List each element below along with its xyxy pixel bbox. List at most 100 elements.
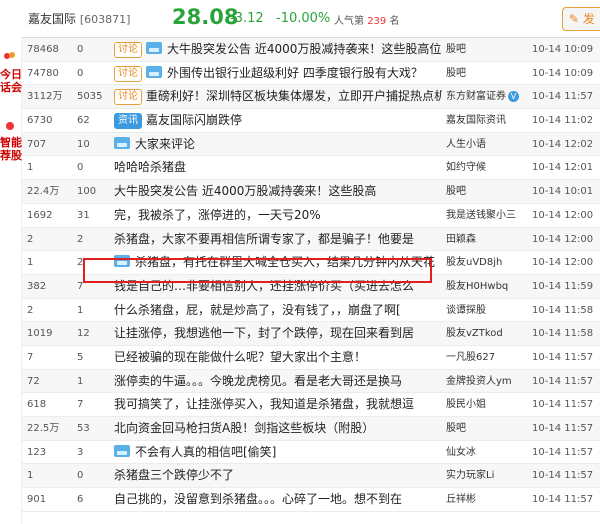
post-row[interactable]: 72 1 涨停卖的牛逼。。。今晚龙虎榜见。看是老大哥还是换马 金牌投资人ym 10-14… [22, 369, 600, 394]
post-title-cell[interactable]: 涨停卖的牛逼。。。今晚龙虎榜见。看是老大哥还是换马 [114, 370, 442, 393]
post-author[interactable]: 金牌投资人ym [446, 376, 512, 387]
post-author-cell[interactable]: 股吧 [446, 417, 528, 440]
post-row[interactable]: 78468 0 讨论 大牛股突发公告 近4000万股减持袭来！这些股高位减 股吧 10-1… [22, 38, 600, 62]
post-author[interactable]: 东方财富证券 [446, 91, 506, 102]
post-author-cell[interactable]: 股吧 [446, 62, 528, 85]
post-author-cell[interactable]: 东方财富证券 V [446, 85, 528, 108]
post-row[interactable]: 7 5 已经被骗的现在能做什么呢？望大家出个主意！ 一凡股627 10-14 11:57 [22, 346, 600, 370]
post-row[interactable]: 123 3 不会有人真的相信吧[偷笑] 仙女冰 10-14 11:57 [22, 441, 600, 465]
post-author[interactable]: 谈谭探股 [446, 305, 486, 316]
post-title-link[interactable]: 杀猪盘，大家不要再相信所谓专家了，都是骗子！他要是 [114, 232, 414, 246]
post-author[interactable]: 股吧 [446, 423, 466, 434]
post-row[interactable]: 1692 31 完，我被杀了，涨停进的，一天亏20% 我是送钱聚小三 10-14 12:… [22, 204, 600, 228]
sidebar-today-talk[interactable]: 今日 话会 [0, 68, 22, 94]
post-title-cell[interactable]: 让挂涨停，我想逃他一下，封了个跌停，现在回来看到居 [114, 322, 442, 345]
post-author-cell[interactable]: 股吧 [446, 38, 528, 61]
post-author-cell[interactable]: 股友H0Hwbq [446, 275, 528, 298]
post-row[interactable]: 382 7 钱是自己的…非要相信别人，还挂涨停价买（买进去怎么 股友H0Hwbq 10-… [22, 274, 600, 299]
post-title-cell[interactable]: 杀猪盘三个跌停少不了 [114, 464, 442, 487]
post-title-cell[interactable]: 不会有人真的相信吧[偷笑] [114, 441, 442, 464]
post-title-link[interactable]: 大牛股突发公告 近4000万股减持袭来！这些股高位减 [167, 42, 442, 56]
post-title-cell[interactable]: 杀猪盘，大家不要再相信所谓专家了，都是骗子！他要是 [114, 228, 442, 251]
post-author[interactable]: 实力玩家Li [446, 470, 494, 481]
post-title-cell[interactable]: 我可搞笑了，让挂涨停买入，我知道是杀猪盘，我就想逗 [114, 393, 442, 416]
post-title-link[interactable]: 北向资金回马枪扫货A股！剑指这些板块（附股） [114, 421, 374, 435]
post-title-cell[interactable]: 大家来评论 [114, 133, 442, 156]
post-author[interactable]: 我是送钱聚小三 [446, 210, 516, 221]
post-row[interactable]: 22.5万 53 北向资金回马枪扫货A股！剑指这些板块（附股） 股吧 10-14 11:… [22, 417, 600, 441]
post-title-link[interactable]: 嘉友国际闪崩跌停 [146, 113, 242, 127]
post-title-cell[interactable]: 大牛股突发公告 近4000万股减持袭来！这些股高 [114, 180, 442, 203]
post-author[interactable]: 如约守候 [446, 162, 486, 173]
post-title-link[interactable]: 杀猪盘，有托在群里大喊全仓买入，结果几分钟内从天花 [135, 255, 435, 269]
post-title-link[interactable]: 外围传出银行业超级利好 四季度银行股有大戏？ [167, 66, 423, 80]
post-author-cell[interactable]: 股民小姐 [446, 393, 528, 416]
post-row[interactable]: 1 2 杀猪盘，有托在群里大喊全仓买入，结果几分钟内从天花 股友uVD8jh 10-14… [22, 251, 600, 275]
sidebar-smart-pick[interactable]: 智能 荐股 [0, 136, 22, 162]
post-row[interactable]: 6730 62 资讯 嘉友国际闪崩跌停 嘉友国际资讯 10-14 11:02 [22, 109, 600, 133]
post-title-link[interactable]: 什么杀猪盘，屁，就是炒高了，没有钱了，，崩盘了啊[ [114, 303, 401, 317]
post-author[interactable]: 丘祥彬 [446, 494, 476, 505]
post-author[interactable]: 嘉友国际资讯 [446, 115, 506, 126]
post-title-cell[interactable]: 自己挑的，没留意到杀猪盘。。。心碎了一地。想不到在 [114, 488, 442, 511]
post-author[interactable]: 股友vZTkod [446, 328, 503, 339]
post-title-cell[interactable]: 哈哈哈杀猪盘 [114, 156, 442, 179]
post-title-link[interactable]: 涨停卖的牛逼。。。今晚龙虎榜见。看是老大哥还是换马 [114, 374, 402, 388]
post-author-cell[interactable]: 一凡股627 [446, 346, 528, 369]
post-author-cell[interactable]: 股友vZTkod [446, 322, 528, 345]
post-row[interactable]: 22.4万 100 大牛股突发公告 近4000万股减持袭来！这些股高 股吧 10-14 … [22, 180, 600, 204]
post-author-cell[interactable]: 丘祥彬 [446, 488, 528, 511]
post-author-cell[interactable]: 仙女冰 [446, 441, 528, 464]
post-author[interactable]: 一凡股627 [446, 352, 495, 363]
post-title-cell[interactable]: 讨论 外围传出银行业超级利好 四季度银行股有大戏？ [114, 62, 442, 85]
post-author[interactable]: 股吧 [446, 68, 466, 79]
post-author[interactable]: 田颖森 [446, 234, 476, 245]
post-author[interactable]: 股吧 [446, 186, 466, 197]
post-author-cell[interactable]: 股吧 [446, 180, 528, 203]
post-author[interactable]: 股民小姐 [446, 399, 486, 410]
post-title-link[interactable]: 钱是自己的…非要相信别人，还挂涨停价买（买进去怎么 [114, 279, 414, 293]
post-author-cell[interactable]: 我是送钱聚小三 [446, 204, 528, 227]
post-author[interactable]: 股友uVD8jh [446, 257, 502, 268]
post-title-link[interactable]: 自己挑的，没留意到杀猪盘。。。心碎了一地。想不到在 [114, 492, 402, 506]
post-title-cell[interactable]: 已经被骗的现在能做什么呢？望大家出个主意！ [114, 346, 442, 369]
post-title-cell[interactable]: 讨论 大牛股突发公告 近4000万股减持袭来！这些股高位减 [114, 38, 442, 61]
post-row[interactable]: 2 1 什么杀猪盘，屁，就是炒高了，没有钱了，，崩盘了啊[谈谭探股 10-14 11:… [22, 299, 600, 323]
post-title-cell[interactable]: 钱是自己的…非要相信别人，还挂涨停价买（买进去怎么 [114, 275, 442, 298]
post-title-link[interactable]: 不会有人真的相信吧[偷笑] [135, 445, 276, 459]
post-title-link[interactable]: 哈哈哈杀猪盘 [114, 160, 186, 174]
post-author[interactable]: 股吧 [446, 44, 466, 55]
post-button[interactable]: ✎ 发 [562, 7, 600, 31]
post-row[interactable]: 901 6 自己挑的，没留意到杀猪盘。。。心碎了一地。想不到在 丘祥彬 10-14 11… [22, 488, 600, 512]
post-row[interactable]: 618 7 我可搞笑了，让挂涨停买入，我知道是杀猪盘，我就想逗 股民小姐 10-14 1… [22, 393, 600, 417]
post-row[interactable]: 1 0 杀猪盘三个跌停少不了 实力玩家Li 10-14 11:57 [22, 464, 600, 489]
post-author[interactable]: 股友H0Hwbq [446, 281, 508, 292]
post-author[interactable]: 人生小语 [446, 139, 486, 150]
post-author[interactable]: 仙女冰 [446, 447, 476, 458]
post-title-cell[interactable]: 什么杀猪盘，屁，就是炒高了，没有钱了，，崩盘了啊[ [114, 299, 442, 322]
post-author-cell[interactable]: 嘉友国际资讯 [446, 109, 528, 132]
post-title-cell[interactable]: 完，我被杀了，涨停进的，一天亏20% [114, 204, 442, 227]
post-row[interactable]: 1 0 哈哈哈杀猪盘 如约守候 10-14 12:01 [22, 156, 600, 181]
post-author-cell[interactable]: 田颖森 [446, 228, 528, 251]
post-author-cell[interactable]: 实力玩家Li [446, 464, 528, 487]
post-title-link[interactable]: 已经被骗的现在能做什么呢？望大家出个主意！ [114, 350, 366, 364]
post-author-cell[interactable]: 如约守候 [446, 156, 528, 179]
stock-title[interactable]: 嘉友国际 [603871] [28, 10, 130, 27]
post-title-link[interactable]: 大牛股突发公告 近4000万股减持袭来！这些股高 [114, 184, 376, 198]
post-author-cell[interactable]: 人生小语 [446, 133, 528, 156]
post-title-link[interactable]: 让挂涨停，我想逃他一下，封了个跌停，现在回来看到居 [114, 326, 414, 340]
post-row[interactable]: 2 2 杀猪盘，大家不要再相信所谓专家了，都是骗子！他要是 田颖森 10-14 12:0… [22, 227, 600, 252]
post-row[interactable]: 3112万 5035 讨论 重磅利好！深圳特区板块集体爆发，立即开户捕捉热点机 东方财富… [22, 85, 600, 110]
post-author-cell[interactable]: 股友uVD8jh [446, 251, 528, 274]
post-title-link[interactable]: 重磅利好！深圳特区板块集体爆发，立即开户捕捉热点机 [146, 89, 442, 103]
post-author-cell[interactable]: 谈谭探股 [446, 299, 528, 322]
post-row[interactable]: 707 10 大家来评论 人生小语 10-14 12:02 [22, 132, 600, 157]
post-row[interactable]: 1019 12 让挂涨停，我想逃他一下，封了个跌停，现在回来看到居 股友vZTkod 1… [22, 322, 600, 346]
post-title-link[interactable]: 我可搞笑了，让挂涨停买入，我知道是杀猪盘，我就想逗 [114, 397, 414, 411]
post-title-cell[interactable]: 讨论 重磅利好！深圳特区板块集体爆发，立即开户捕捉热点机 [114, 85, 442, 108]
post-title-cell[interactable]: 资讯 嘉友国际闪崩跌停 [114, 109, 442, 132]
post-row[interactable]: 74780 0 讨论 外围传出银行业超级利好 四季度银行股有大戏？ 股吧 10-14 10… [22, 62, 600, 86]
post-title-cell[interactable]: 杀猪盘，有托在群里大喊全仓买入，结果几分钟内从天花 [114, 251, 442, 274]
post-title-link[interactable]: 大家来评论 [135, 137, 195, 151]
